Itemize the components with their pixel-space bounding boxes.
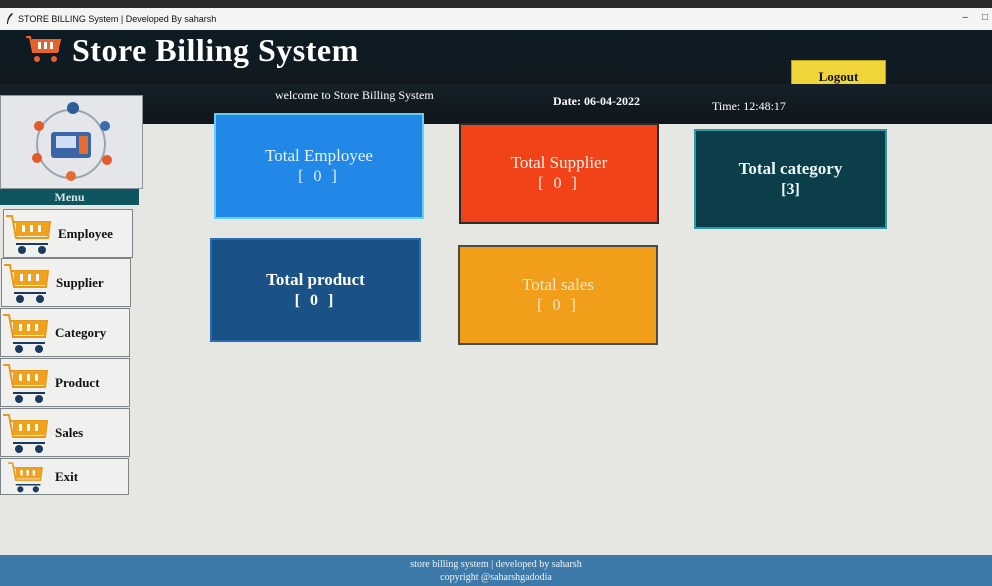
sidebar-item-label: Product [55,374,100,390]
sidebar-item-employee[interactable]: Employee [3,209,133,258]
cart-icon [3,313,49,353]
menu-illustration [0,95,143,189]
total-employee-card: Total Employee [ 0 ] [214,113,424,219]
sidebar-item-label: Sales [55,424,84,440]
footer-copyright: copyright @saharshgadodia [440,572,552,583]
date-text: Date: 06-04-2022 [553,94,640,108]
sidebar-item-exit[interactable]: Exit [0,458,129,495]
card-value: [ 0 ] [538,175,580,192]
card-value: [ 0 ] [298,167,340,185]
sidebar-item-category[interactable]: Category [0,308,130,357]
sidebar-item-supplier[interactable]: Supplier [1,258,131,307]
sidebar-item-label: Category [55,324,107,340]
cart-icon [3,413,49,453]
feather-icon [7,13,13,24]
card-title: Total Supplier [510,153,608,172]
card-value: [3] [781,180,800,198]
total-supplier-card: Total Supplier [ 0 ] [459,123,659,224]
card-title: Total Employee [265,145,373,165]
sidebar-item-sales[interactable]: Sales [0,408,130,457]
card-value: [ 0 ] [537,296,579,314]
info-bar: welcome to Store Billing System Date: 06… [0,84,992,124]
total-category-card: Total category [3] [694,129,887,229]
cart-icon [8,461,43,492]
sidebar-item-label: Supplier [56,274,104,290]
footer: store billing system | developed by saha… [0,555,992,586]
total-product-card: Total product [ 0 ] [210,238,421,342]
welcome-text: welcome to Store Billing System [275,88,434,102]
card-value: [ 0 ] [294,291,337,309]
app-window: STORE BILLING System | Developed By saha… [0,0,992,586]
cart-icon [3,363,49,403]
cart-icon [6,214,52,254]
total-sales-card: Total sales [ 0 ] [458,245,658,345]
sidebar-item-label: Employee [58,225,113,241]
maximize-icon[interactable]: □ [982,12,988,23]
minimize-icon[interactable]: – [962,12,968,23]
sidebar-item-product[interactable]: Product [0,358,130,407]
footer-credit: store billing system | developed by saha… [410,559,582,570]
window-controls: – □ [962,12,988,23]
card-title: Total sales [522,274,594,294]
app-title: Store Billing System [72,32,359,68]
card-title: Total product [266,269,365,289]
window-title: STORE BILLING System | Developed By saha… [18,14,217,24]
app-header: Store Billing System Logout [0,30,992,94]
card-title: Total category [738,158,843,178]
store-illustration-icon [32,102,112,181]
screen-bezel [0,0,992,8]
cart-icon [4,263,50,303]
sidebar-item-label: Exit [55,468,79,484]
window-titlebar[interactable]: STORE BILLING System | Developed By saha… [0,8,992,30]
time-text: Time: 12:48:17 [712,99,786,113]
menu-label: Menu [0,189,139,205]
cart-logo-icon [26,36,62,62]
